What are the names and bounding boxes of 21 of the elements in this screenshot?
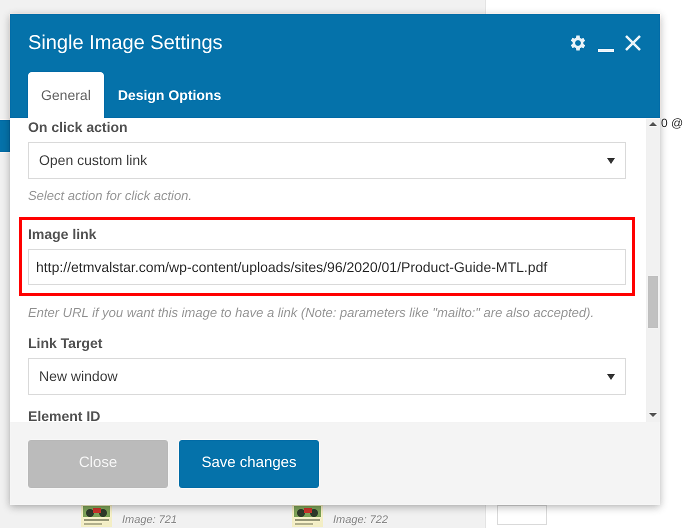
save-button[interactable]: Save changes	[179, 440, 319, 488]
select-field[interactable]: Open custom link	[28, 142, 626, 179]
close-icon[interactable]	[624, 34, 642, 52]
scrollbar[interactable]	[646, 118, 660, 422]
dialog-title: Single Image Settings	[28, 31, 224, 56]
dropdown-caret-icon	[607, 374, 615, 380]
tab[interactable]: Design Options	[106, 72, 234, 118]
field-label: On click action	[28, 118, 129, 136]
input-field[interactable]: http://etmvalstar.com/wp-content/uploads/sites/96/2020/01/Product-Guide-MTL.pdf	[28, 249, 626, 285]
tab[interactable]: General	[28, 72, 104, 118]
dropdown-caret-icon	[607, 158, 615, 164]
field-label: Element ID	[28, 407, 102, 422]
select-field[interactable]: New window	[28, 358, 626, 395]
image-caption: Image: 722	[333, 513, 388, 528]
help-text: Select action for click action.	[28, 187, 194, 205]
side-text: 0 @	[661, 115, 683, 132]
image-caption: Image: 721	[122, 513, 178, 528]
field-label: Link Target	[28, 334, 104, 352]
help-text: Enter URL if you want this image to have a link (Note: parameters like "mailto:" are also accepted).	[28, 304, 596, 322]
settings-icon[interactable]	[568, 33, 588, 53]
field-label: Image link	[28, 225, 98, 243]
